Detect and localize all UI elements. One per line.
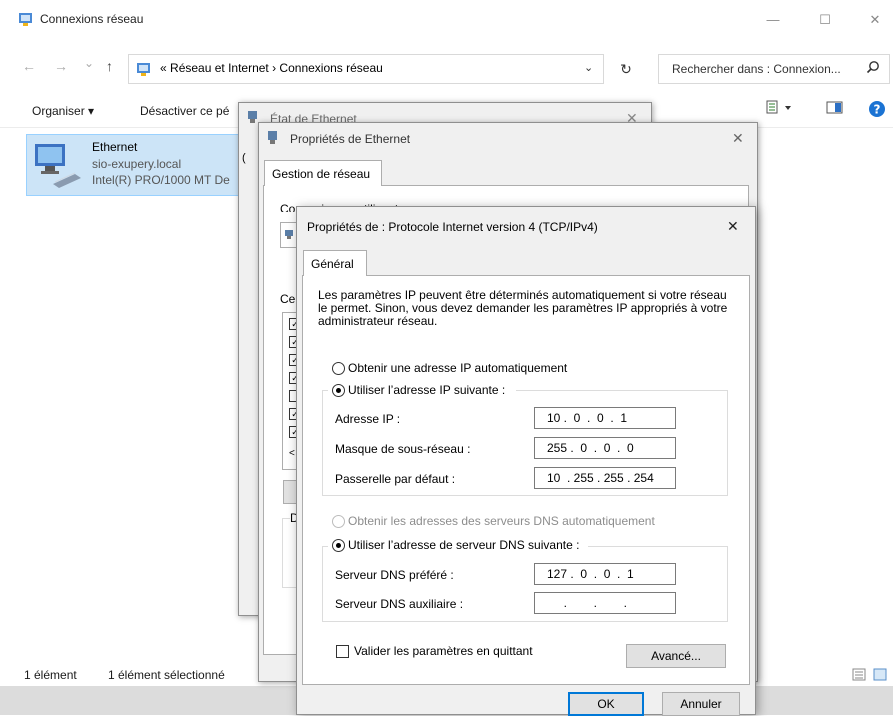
adapter-icon [285,230,293,239]
recent-locations-icon[interactable]: ⌄ [84,56,94,70]
connection-adapter: Intel(R) PRO/1000 MT De [92,173,230,187]
subnet-mask-input[interactable]: 255 . 0 . 0 . 0 [534,437,676,459]
network-folder-icon [137,63,150,76]
connection-domain: sio-exupery.local [92,157,182,171]
view-options-icon[interactable] [766,100,794,116]
dns-auto-label[interactable]: Obtenir les adresses des serveurs DNS au… [348,514,655,528]
validate-settings-checkbox[interactable] [336,645,349,658]
scroll-left-icon[interactable]: < [289,448,295,459]
maximize-button[interactable]: ☐ [810,8,840,32]
ok-button[interactable]: OK [568,692,644,716]
tab-general-label: Général [311,257,354,271]
ethernet-status-title: État de Ethernet [270,112,357,122]
ip-auto-radio[interactable] [332,362,345,375]
ip-address-input[interactable]: 10 . 0 . 0 . 1 [534,407,676,429]
network-adapter-icon [268,131,277,144]
ethernet-properties-title: Propriétés de Ethernet [290,132,411,146]
refresh-button[interactable]: ↻ [608,54,644,84]
search-input[interactable]: Rechercher dans : Connexion... [672,62,841,76]
default-gateway-label: Passerelle par défaut : [335,472,456,486]
ip-manual-label[interactable]: Utiliser l’adresse IP suivante : [348,383,505,397]
organize-menu[interactable]: Organiser ▾ [32,104,94,118]
item-count: 1 élément [24,668,77,682]
breadcrumb-overflow[interactable]: « [160,61,167,75]
forward-arrow-icon[interactable]: → [54,58,68,74]
breadcrumb-path[interactable]: Réseau et Internet › Connexions réseau [170,61,383,75]
close-icon[interactable]: ✕ [727,218,739,235]
minimize-button[interactable]: — [758,8,788,32]
close-icon[interactable]: ✕ [732,130,744,147]
ip-auto-label[interactable]: Obtenir une adresse IP automatiquement [348,361,567,375]
address-dropdown-icon[interactable]: ⌄ [584,61,593,74]
advanced-button[interactable]: Avancé... [626,644,726,668]
disable-device-button[interactable]: Désactiver ce pé [140,104,229,118]
tab-networking-label: Gestion de réseau [272,167,371,181]
components-label: Ce [280,292,296,306]
close-window-button[interactable]: ✕ [860,8,890,32]
default-gateway-input[interactable]: 10 . 255 . 255 . 254 [534,467,676,489]
window-title: Connexions réseau [40,12,144,26]
preferred-dns-label: Serveur DNS préféré : [335,568,454,582]
ethernet-adapter-icon [35,144,81,188]
cancel-button[interactable]: Annuler [662,692,740,716]
status-section-fragment: ( [242,152,246,164]
alternate-dns-label: Serveur DNS auxiliaire : [335,597,464,611]
preferred-dns-input[interactable]: 127 . 0 . 0 . 1 [534,563,676,585]
up-arrow-icon[interactable]: ↑ [106,58,113,74]
breadcrumb[interactable]: « Réseau et Internet › Connexions réseau [160,61,383,75]
ip-manual-radio[interactable] [332,384,345,397]
ipv4-dialog-title: Propriétés de : Protocole Internet versi… [307,220,598,234]
subnet-mask-label: Masque de sous-réseau : [335,442,471,456]
svg-text:?: ? [874,103,881,117]
ip-address-label: Adresse IP : [335,412,401,426]
back-arrow-icon[interactable]: ← [22,58,36,74]
intro-text: Les paramètres IP peuvent être déterminé… [318,288,728,328]
dns-manual-label[interactable]: Utiliser l’adresse de serveur DNS suivan… [348,538,579,552]
selection-count: 1 élément sélectionné [108,668,225,682]
validate-settings-label[interactable]: Valider les paramètres en quittant [354,644,533,658]
connection-name: Ethernet [92,140,138,154]
search-icon[interactable] [866,60,880,74]
preview-pane-icon[interactable] [826,100,844,116]
view-toggle-icon[interactable] [852,668,888,682]
alternate-dns-input[interactable]: . . . [534,592,676,614]
dns-auto-radio[interactable] [332,515,345,528]
network-folder-icon [19,13,32,26]
dns-manual-radio[interactable] [332,539,345,552]
help-icon[interactable]: ? [868,100,886,118]
